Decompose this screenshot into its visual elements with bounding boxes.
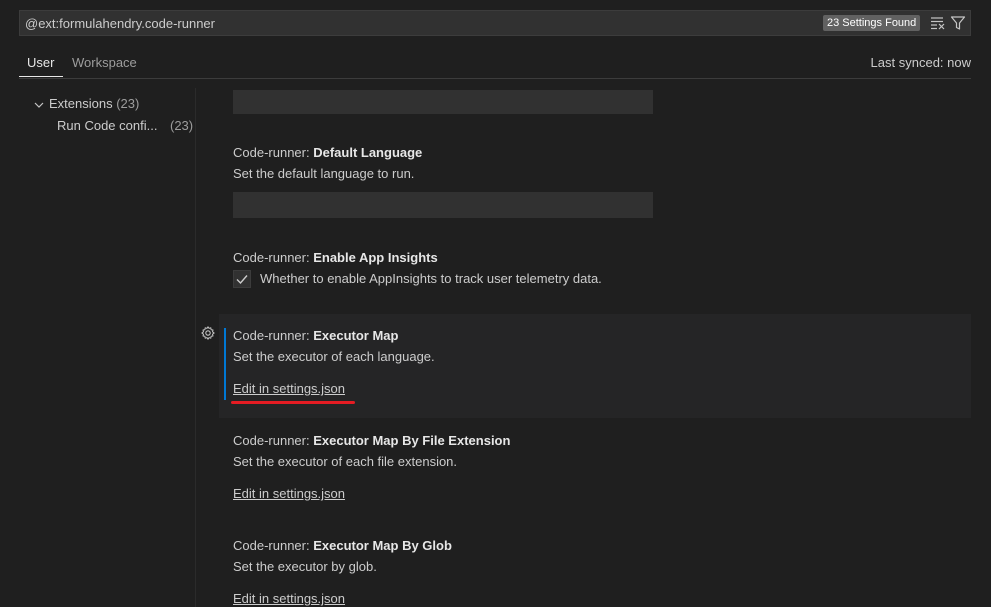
check-icon: [236, 275, 248, 285]
default-language-input[interactable]: [233, 192, 653, 218]
chevron-down-icon: [32, 98, 46, 112]
toc-item-extensions-text: Extensions: [49, 96, 113, 111]
toc-item-count: (23): [170, 118, 194, 133]
filter-icon[interactable]: [950, 15, 966, 31]
setting-category: Code-runner:: [233, 433, 314, 448]
setting-key: Default Language: [313, 145, 423, 160]
setting-item-enable-app-insights: Code-runner: Enable App Insights Whether…: [219, 237, 971, 307]
previous-setting-input[interactable]: [233, 90, 653, 114]
gear-icon[interactable]: [201, 326, 215, 340]
toc-item-label: Extensions (23): [49, 96, 139, 111]
setting-title: Code-runner: Enable App Insights: [233, 250, 438, 265]
checkbox-label: Whether to enable AppInsights to track u…: [260, 271, 602, 286]
clear-filter-icon[interactable]: [930, 16, 946, 30]
edit-in-settings-json-link[interactable]: Edit in settings.json: [233, 486, 345, 501]
edit-in-settings-json-link[interactable]: Edit in settings.json: [233, 381, 345, 396]
setting-title: Code-runner: Executor Map: [233, 328, 398, 343]
active-tab-indicator: [19, 76, 63, 77]
setting-category: Code-runner:: [233, 145, 314, 160]
setting-title: Code-runner: Default Language: [233, 145, 422, 160]
toc-item-label: Run Code confi...: [57, 118, 158, 133]
setting-category: Code-runner:: [233, 250, 314, 265]
focus-indicator: [224, 328, 226, 400]
setting-item-previous: [219, 88, 971, 118]
settings-editor: 23 Settings Found User Workspace Last sy…: [0, 0, 991, 607]
setting-key: Executor Map By File Extension: [313, 433, 511, 448]
setting-category: Code-runner:: [233, 538, 314, 553]
setting-description: Set the executor of each file extension.: [233, 454, 458, 469]
setting-item-default-language: Code-runner: Default Language Set the de…: [219, 132, 971, 230]
settings-search-input[interactable]: [25, 15, 805, 33]
setting-description: Set the default language to run.: [233, 166, 415, 181]
edit-in-settings-json-link[interactable]: Edit in settings.json: [233, 591, 345, 606]
enable-app-insights-checkbox[interactable]: [233, 270, 251, 288]
setting-key: Executor Map: [313, 328, 399, 343]
toc-item-count: (23): [116, 96, 140, 111]
setting-description: Set the executor by glob.: [233, 559, 377, 574]
toc-item-run-code-configuration[interactable]: Run Code confi... (23): [57, 118, 197, 136]
annotation-underline: [231, 401, 355, 404]
settings-search-box[interactable]: 23 Settings Found: [19, 10, 971, 36]
setting-key: Executor Map By Glob: [313, 538, 452, 553]
setting-title: Code-runner: Executor Map By File Extens…: [233, 433, 510, 448]
setting-item-executor-map: Code-runner: Executor Map Set the execut…: [219, 314, 971, 418]
tab-user[interactable]: User: [27, 55, 54, 70]
setting-description: Set the executor of each language.: [233, 349, 435, 364]
toc-splitter[interactable]: [195, 88, 196, 607]
setting-key: Enable App Insights: [313, 250, 438, 265]
setting-item-executor-map-by-glob: Code-runner: Executor Map By Glob Set th…: [219, 524, 971, 607]
sync-status: Last synced: now: [870, 55, 971, 70]
setting-title: Code-runner: Executor Map By Glob: [233, 538, 452, 553]
setting-item-executor-map-by-file-extension: Code-runner: Executor Map By File Extens…: [219, 419, 971, 523]
tab-workspace[interactable]: Workspace: [72, 55, 137, 70]
setting-category: Code-runner:: [233, 328, 314, 343]
tabs-divider: [19, 78, 971, 79]
results-count-badge: 23 Settings Found: [823, 15, 921, 31]
